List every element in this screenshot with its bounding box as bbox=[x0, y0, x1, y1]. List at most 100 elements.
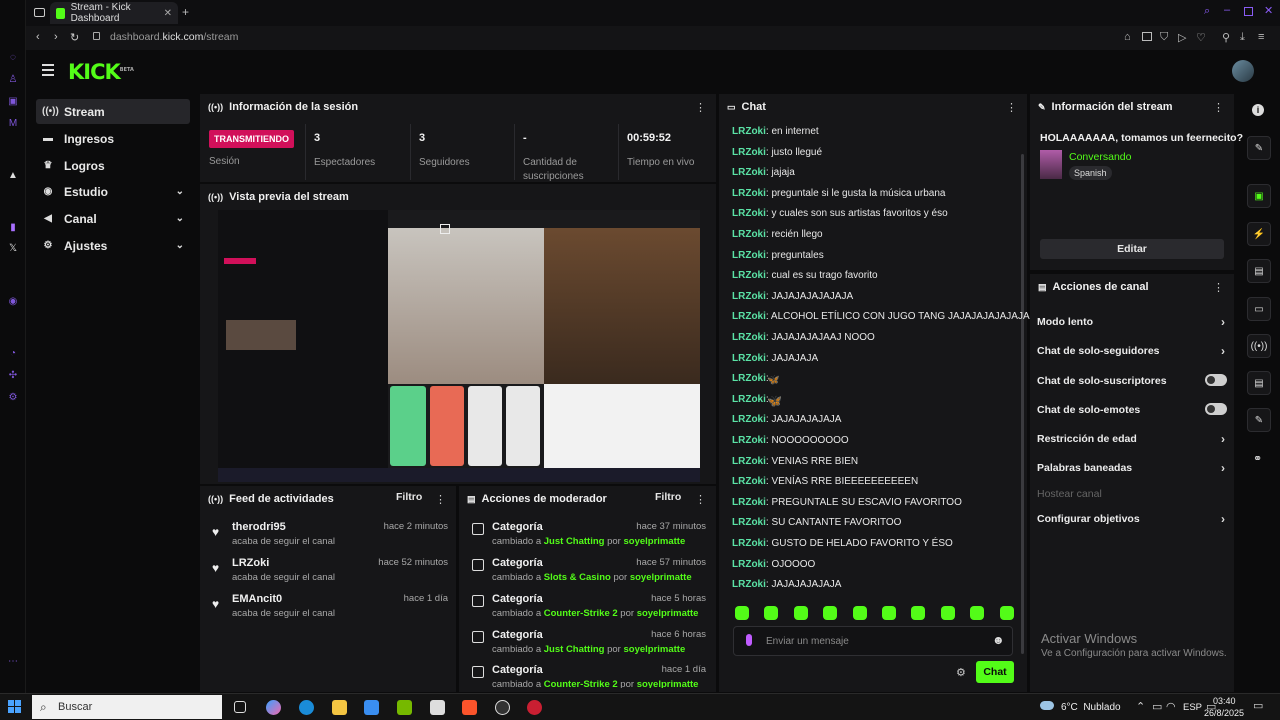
copilot-icon[interactable] bbox=[266, 700, 281, 715]
emote-icon[interactable] bbox=[764, 606, 779, 620]
nav-ajustes[interactable]: ⚙ Ajustes ⌄ bbox=[36, 233, 190, 258]
expand-icon[interactable] bbox=[440, 224, 450, 234]
reload-icon[interactable]: ↻ bbox=[70, 31, 79, 44]
tray-chevron-icon[interactable]: ⌃ bbox=[1136, 700, 1145, 713]
chat-message[interactable]: LRZoki: SU CANTANTE FAVORITOO bbox=[732, 517, 901, 528]
more-options-icon[interactable]: ⋮ bbox=[695, 493, 706, 506]
action-emotes-only[interactable]: Chat de solo-emotes bbox=[1037, 403, 1227, 416]
more-options-icon[interactable]: ⋮ bbox=[695, 101, 706, 114]
chat-message[interactable]: LRZoki: JAJAJAJAJAJA bbox=[732, 579, 841, 590]
filter-button[interactable]: Filtro bbox=[655, 491, 681, 503]
chat-message[interactable]: LRZoki: ALCOHOL ETÍLICO CON JUGO TANG JA… bbox=[732, 311, 1030, 322]
emote-icon[interactable] bbox=[970, 606, 985, 620]
sidebar-wallet-icon[interactable]: ▣ bbox=[7, 96, 19, 108]
notifications-icon[interactable]: ▭ bbox=[1253, 699, 1263, 712]
chat-message[interactable]: LRZoki: JAJAJAJAJAJA bbox=[732, 414, 841, 425]
chat-message[interactable]: LRZoki: en internet bbox=[732, 126, 819, 137]
forward-icon[interactable]: › bbox=[54, 31, 58, 43]
edge-icon[interactable] bbox=[299, 700, 314, 715]
emote-icon[interactable] bbox=[911, 606, 926, 620]
sidebar-more-icon[interactable]: ⋯ bbox=[7, 656, 19, 668]
send-chat-button[interactable]: Chat bbox=[976, 661, 1014, 683]
chat-message[interactable]: LRZoki: justo llegué bbox=[732, 147, 822, 158]
chat-tool-button[interactable]: ▭ bbox=[1247, 297, 1271, 321]
play-icon[interactable]: ▷ bbox=[1178, 31, 1186, 44]
extensions-icon[interactable]: ⚲ bbox=[1222, 31, 1230, 44]
hamburger-menu-icon[interactable] bbox=[42, 64, 54, 76]
brave-icon[interactable] bbox=[462, 700, 477, 715]
chat-message[interactable]: LRZoki: bbox=[732, 373, 769, 384]
sidebar-x-icon[interactable]: 𝕏 bbox=[7, 243, 19, 255]
nvidia-icon[interactable] bbox=[397, 700, 412, 715]
edit-button[interactable]: Editar bbox=[1040, 239, 1224, 259]
wifi-icon[interactable]: ◠ bbox=[1166, 700, 1176, 713]
minimize-icon[interactable]: – bbox=[1224, 4, 1230, 16]
microphone-icon[interactable] bbox=[746, 634, 752, 646]
action-followers-only[interactable]: Chat de solo-seguidores › bbox=[1037, 344, 1227, 358]
task-view-icon[interactable] bbox=[234, 701, 246, 713]
sidebar-extensions-icon[interactable]: ✣ bbox=[7, 370, 19, 382]
maximize-icon[interactable] bbox=[1244, 7, 1253, 16]
nav-estudio[interactable]: ◉ Estudio ⌄ bbox=[36, 179, 190, 204]
heart-icon[interactable]: ♡ bbox=[1196, 31, 1206, 44]
wrench-tool-button[interactable]: ✎ bbox=[1247, 408, 1271, 432]
sidebar-twitch-icon[interactable]: ▮ bbox=[7, 222, 19, 234]
chat-settings-icon[interactable]: ⚙ bbox=[956, 666, 966, 679]
chat-message[interactable]: LRZoki: NOOOOOOOOO bbox=[732, 435, 849, 446]
chat-message[interactable]: LRZoki: bbox=[732, 394, 769, 405]
taskbar-search-input[interactable]: ⌕ Buscar bbox=[32, 695, 222, 719]
stream-preview-video[interactable] bbox=[218, 210, 700, 482]
list-item[interactable]: Categoría cambiado a Counter-Strike 2 por… bbox=[470, 664, 708, 688]
chat-message[interactable]: LRZoki: GUSTO DE HELADO FAVORITO Y ÉSO bbox=[732, 538, 953, 549]
chat-message[interactable]: LRZoki: JAJAJAJAJAAJ NOOO bbox=[732, 332, 875, 343]
sidebar-settings-icon[interactable]: ⚙ bbox=[7, 392, 19, 404]
emote-icon[interactable] bbox=[999, 606, 1014, 620]
emote-icon[interactable] bbox=[882, 606, 896, 620]
filter-button[interactable]: Filtro bbox=[396, 491, 422, 503]
new-tab-icon[interactable]: + bbox=[182, 5, 189, 19]
action-subscribers-only[interactable]: Chat de solo-suscriptores bbox=[1037, 374, 1227, 387]
sidebar-user-icon[interactable]: ♙ bbox=[7, 74, 19, 86]
action-banned-words[interactable]: Palabras baneadas › bbox=[1037, 461, 1227, 475]
action-age-restriction[interactable]: Restricción de edad › bbox=[1037, 432, 1227, 446]
url-field[interactable]: dashboard.kick.com/stream bbox=[110, 31, 238, 43]
bookmark-icon[interactable]: ⌂ bbox=[1124, 31, 1131, 43]
nav-ingresos[interactable]: ▬ Ingresos bbox=[36, 126, 190, 151]
browser-tab[interactable]: Stream - Kick Dashboard ✕ bbox=[50, 2, 178, 24]
nav-stream[interactable]: ((•)) Stream bbox=[36, 99, 190, 124]
kick-logo[interactable]: KICKBETA bbox=[68, 60, 134, 84]
chat-message[interactable]: LRZoki: recién llego bbox=[732, 229, 823, 240]
emote-icon[interactable] bbox=[793, 606, 808, 620]
camera-tool-button[interactable]: ▣ bbox=[1247, 184, 1271, 208]
emotes-only-toggle[interactable] bbox=[1205, 403, 1227, 415]
sidebar-app-icon[interactable]: ▲ bbox=[7, 170, 19, 182]
subscribers-only-toggle[interactable] bbox=[1205, 374, 1227, 386]
emote-icon[interactable] bbox=[940, 606, 955, 620]
language-indicator[interactable]: ESP bbox=[1183, 702, 1202, 713]
explorer-icon[interactable] bbox=[332, 700, 347, 715]
chat-message[interactable]: LRZoki: jajaja bbox=[732, 167, 795, 178]
sidebar-play-icon[interactable]: ◉ bbox=[7, 296, 19, 308]
emote-icon[interactable] bbox=[823, 606, 838, 620]
chat-message[interactable]: LRZoki: JAJAJAJAJAJAJA bbox=[732, 291, 853, 302]
chat-message[interactable]: LRZoki: cual es su trago favorito bbox=[732, 270, 878, 281]
chat-message[interactable]: LRZoki: preguntales bbox=[732, 250, 824, 261]
more-options-icon[interactable]: ⋮ bbox=[1006, 101, 1017, 114]
screenshot-icon[interactable] bbox=[1142, 32, 1152, 41]
more-options-icon[interactable]: ⋮ bbox=[1213, 101, 1224, 114]
nav-canal[interactable]: ◀ Canal ⌄ bbox=[36, 206, 190, 231]
chat-message[interactable]: LRZoki: VENIAS RRE BIEN bbox=[732, 456, 858, 467]
opera-icon[interactable] bbox=[527, 700, 542, 715]
windows-start-icon[interactable] bbox=[8, 700, 22, 714]
close-tab-icon[interactable]: ✕ bbox=[164, 8, 172, 19]
chat-message[interactable]: LRZoki: y cuales son sus artistas favori… bbox=[732, 208, 948, 219]
back-icon[interactable]: ‹ bbox=[36, 31, 40, 43]
emote-icon[interactable] bbox=[735, 606, 749, 620]
action-slow-mode[interactable]: Modo lento › bbox=[1037, 315, 1227, 329]
chat-scrollbar[interactable] bbox=[1021, 154, 1024, 654]
broadcast-tool-button[interactable]: ((•)) bbox=[1247, 334, 1271, 358]
emote-icon[interactable] bbox=[852, 606, 867, 620]
sidebar-history-icon[interactable]: ◔ bbox=[7, 348, 19, 360]
chat-message[interactable]: LRZoki: preguntale si le gusta la música… bbox=[732, 188, 945, 199]
chat-message[interactable]: LRZoki: PREGUNTALE SU ESCAVIO FAVORITOO bbox=[732, 497, 962, 508]
